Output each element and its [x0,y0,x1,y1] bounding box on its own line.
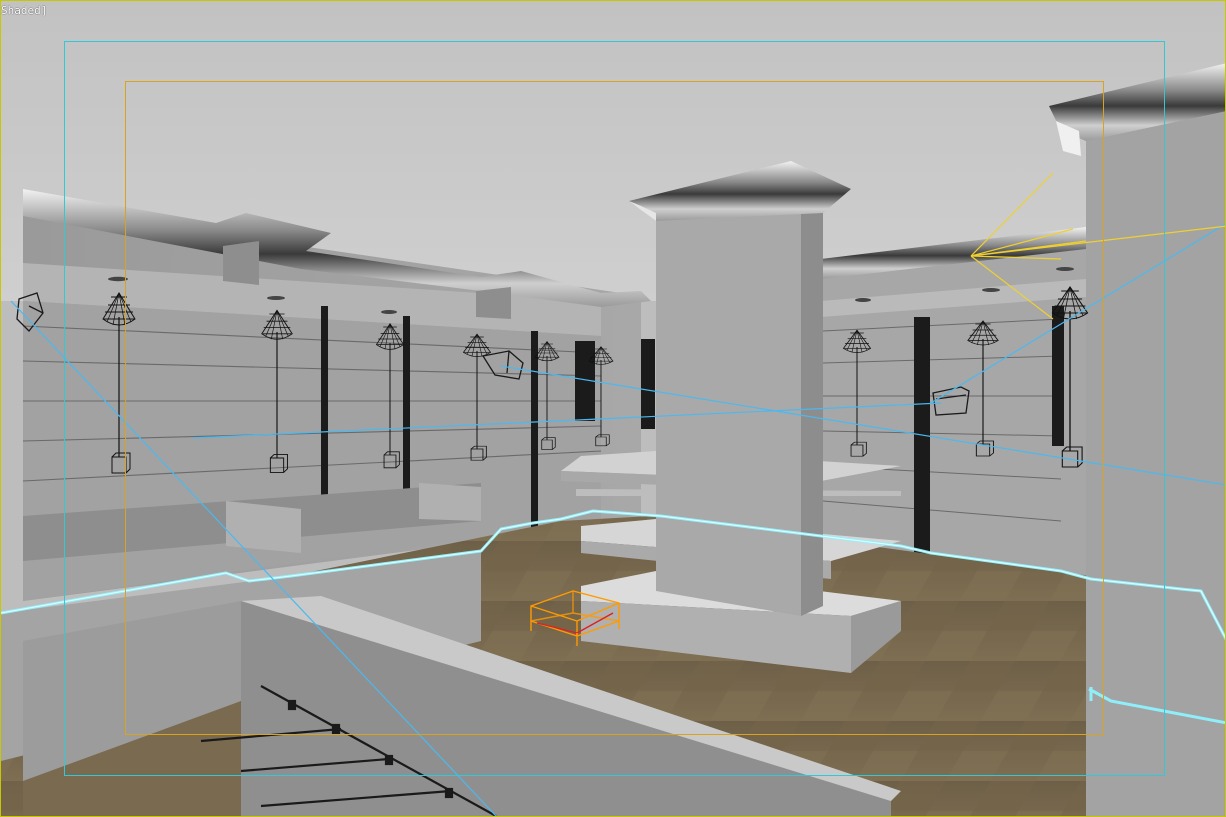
viewport-label[interactable]: Shaded] [1,4,47,17]
viewport-scene[interactable] [1,1,1226,817]
3d-viewport[interactable]: Shaded] [0,0,1226,817]
